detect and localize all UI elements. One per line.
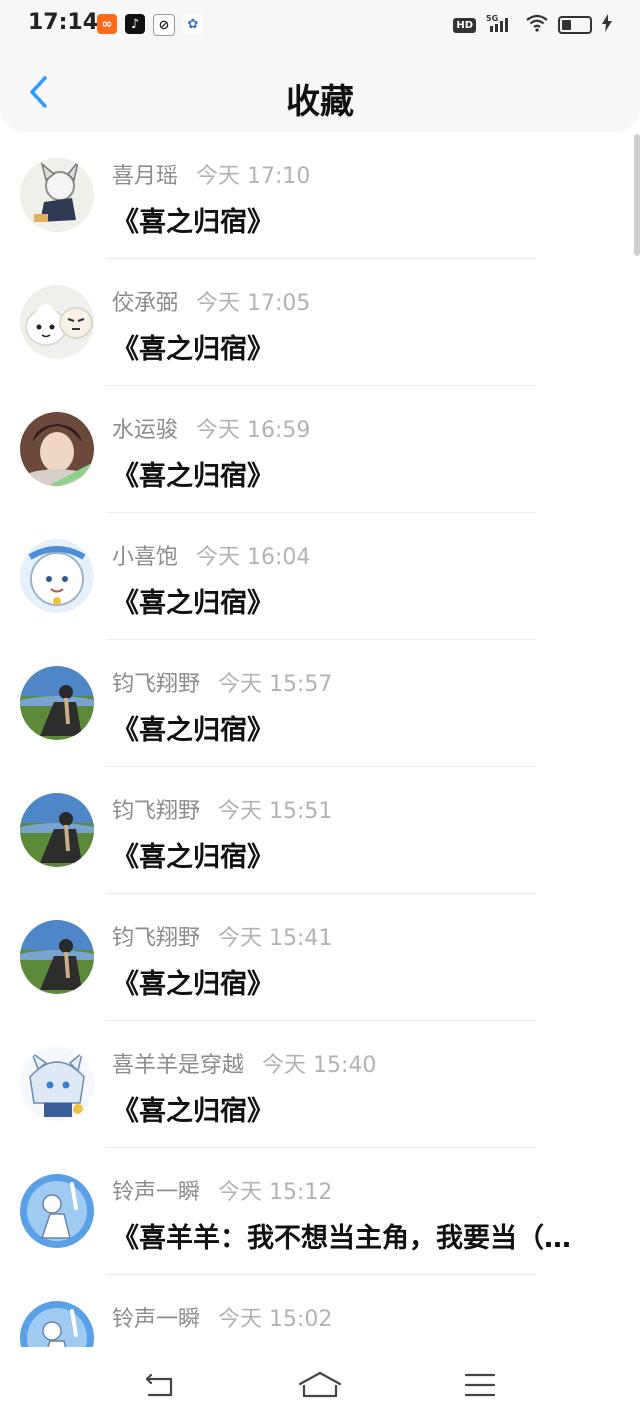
item-time: 今天 15:40 [262,1053,377,1078]
item-title: 《喜之归宿》 [112,715,274,746]
svg-text:5G: 5G [486,14,498,23]
item-title: 《喜之归宿》 [112,334,274,365]
item-time: 今天 15:41 [218,926,333,951]
item-time: 今天 17:05 [196,291,311,316]
system-icons: HD 5G [453,14,612,36]
item-author: 铃声一瞬 [112,1307,201,1332]
item-time: 今天 16:04 [196,545,311,570]
charging-icon [602,14,612,36]
item-title: 《喜之归宿》 [112,461,274,492]
item-meta: 铃声一瞬 今天 15:02 [112,1301,332,1333]
list-item[interactable]: 喜月瑶 今天 17:10 《喜之归宿》 [0,132,640,259]
item-meta: 小喜饱 今天 16:04 [112,539,310,571]
item-meta: 铃声一瞬 今天 15:12 [112,1174,332,1206]
item-title: 《喜羊羊：我不想当主角，我要当（… [112,1223,571,1254]
hd-icon: HD [453,17,476,33]
item-time: 今天 15:57 [218,672,333,697]
item-title: 《喜之归宿》 [112,842,274,873]
battery-icon [558,16,592,34]
item-title: 《喜之归宿》 [112,207,274,238]
avatar[interactable] [20,412,94,486]
menu-icon [464,1373,496,1397]
item-author: 佼承弼 [112,291,179,316]
avatar[interactable] [20,1047,94,1121]
nav-menu-button[interactable] [456,1365,504,1405]
wifi-icon [526,14,548,36]
avatar[interactable] [20,1174,94,1248]
home-icon [298,1371,342,1398]
status-bar: 17:14 ∞ ♪ ⊘ ✿ HD 5G [0,0,640,52]
item-time: 今天 16:59 [196,418,311,443]
avatar[interactable] [20,666,94,740]
status-time: 17:14 [28,10,99,35]
avatar[interactable] [20,1301,94,1347]
list-item[interactable]: 铃声一瞬 今天 15:12 《喜羊羊：我不想当主角，我要当（… [0,1148,640,1275]
item-title: 《喜之归宿》 [112,588,274,619]
item-author: 喜月瑶 [112,164,179,189]
item-meta: 喜羊羊是穿越 今天 15:40 [112,1047,376,1079]
signal-icon: 5G [486,14,516,36]
item-time: 今天 15:12 [218,1180,333,1205]
item-meta: 钧飞翔野 今天 15:41 [112,920,332,952]
favorites-list[interactable]: 喜月瑶 今天 17:10 《喜之归宿》 佼承弼 今天 17:05 《喜之归宿》 … [0,132,640,1347]
item-time: 今天 15:02 [218,1307,333,1332]
kuaishou-icon: ∞ [97,14,117,34]
avatar[interactable] [20,920,94,994]
list-item[interactable]: 水运骏 今天 16:59 《喜之归宿》 [0,386,640,513]
avatar[interactable] [20,285,94,359]
screen: 17:14 ∞ ♪ ⊘ ✿ HD 5G 收藏 喜月瑶 今天 17:10 《喜之归… [0,0,640,1422]
item-meta: 喜月瑶 今天 17:10 [112,158,310,190]
item-meta: 佼承弼 今天 17:05 [112,285,310,317]
avatar[interactable] [20,158,94,232]
item-author: 钧飞翔野 [112,672,201,697]
item-meta: 钧飞翔野 今天 15:51 [112,793,332,825]
avatar[interactable] [20,539,94,613]
list-item[interactable]: 佼承弼 今天 17:05 《喜之归宿》 [0,259,640,386]
nav-home-button[interactable] [296,1365,344,1405]
list-item[interactable]: 钧飞翔野 今天 15:51 《喜之归宿》 [0,767,640,894]
notification-icons: ∞ ♪ ⊘ ✿ [97,14,203,36]
item-author: 钧飞翔野 [112,926,201,951]
navigation-bar [0,1347,640,1422]
list-item[interactable]: 钧飞翔野 今天 15:57 《喜之归宿》 [0,640,640,767]
item-meta: 钧飞翔野 今天 15:57 [112,666,332,698]
item-author: 钧飞翔野 [112,799,201,824]
item-author: 喜羊羊是穿越 [112,1053,245,1078]
item-author: 小喜饱 [112,545,179,570]
item-title: 《喜之归宿》 [112,969,274,1000]
list-item[interactable]: 铃声一瞬 今天 15:02 [0,1275,640,1347]
list-item[interactable]: 小喜饱 今天 16:04 《喜之归宿》 [0,513,640,640]
item-time: 今天 17:10 [196,164,311,189]
item-time: 今天 15:51 [218,799,333,824]
scrollbar[interactable] [634,134,640,256]
paw-icon: ✿ [183,14,203,34]
item-author: 铃声一瞬 [112,1180,201,1205]
item-title: 《喜之归宿》 [112,1096,274,1127]
nav-back-button[interactable] [136,1365,184,1405]
item-author: 水运骏 [112,418,179,443]
back-icon [145,1373,173,1397]
link-icon: ⊘ [153,14,175,36]
tiktok-icon: ♪ [125,14,145,34]
list-item[interactable]: 钧飞翔野 今天 15:41 《喜之归宿》 [0,894,640,1021]
page-title: 收藏 [286,82,354,122]
list-item[interactable]: 喜羊羊是穿越 今天 15:40 《喜之归宿》 [0,1021,640,1148]
avatar[interactable] [20,793,94,867]
item-meta: 水运骏 今天 16:59 [112,412,310,444]
header: 收藏 [0,52,640,132]
